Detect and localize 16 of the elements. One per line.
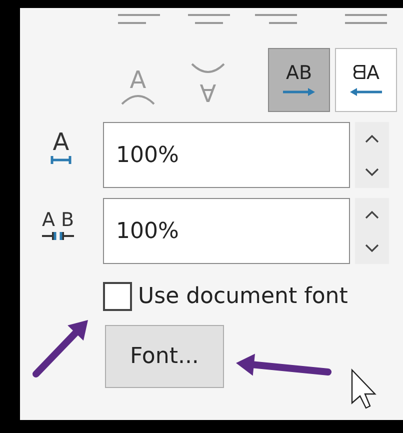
text-direction-button[interactable]: AB [268, 48, 330, 112]
align-right-icon[interactable] [255, 14, 297, 26]
text-direction-button[interactable]: ᗺA [335, 48, 397, 112]
checkbox[interactable] [103, 282, 132, 311]
align-center-icon[interactable] [188, 14, 230, 26]
spin-down-icon[interactable] [363, 166, 381, 178]
percent-field[interactable]: 100% [103, 198, 350, 264]
checkbox-label: Use document font [138, 283, 348, 311]
spin-up-icon[interactable] [363, 208, 381, 220]
percent-field[interactable]: 100% [103, 122, 350, 188]
mouse-cursor-icon [351, 368, 376, 409]
align-left-icon[interactable] [118, 14, 160, 26]
spin-down-icon[interactable] [363, 242, 381, 254]
spin-up-icon[interactable] [363, 132, 381, 144]
align-justify-icon[interactable] [345, 14, 387, 26]
font-button[interactable]: Font... [105, 325, 224, 388]
